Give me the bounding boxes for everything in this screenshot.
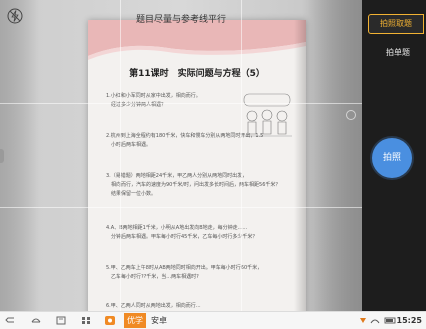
page-curl-shadow: [294, 20, 306, 311]
guide-line-horizontal: [0, 207, 362, 208]
status-icons: [360, 317, 396, 324]
edge-handle: [0, 149, 4, 163]
system-taskbar: 优学 安卓 15:25: [0, 311, 426, 329]
ime-switch-button[interactable]: 优学: [124, 313, 146, 328]
camera-viewfinder[interactable]: 第11课时 实际问题与方程（5） 1.小红和小军同时从家中出发，相向而行。 经过…: [0, 0, 362, 311]
problem-4: 4.A、B两地相距1千米，小明从A地出发向B地走，每分钟走...... 分钟后两…: [106, 225, 258, 240]
problem-3: 3.（易错题）两地相距24千米，甲乙两人分别从两地同时出发， 相向而行，汽车的速…: [106, 173, 281, 197]
viewfinder-shadow-left: [0, 0, 40, 311]
focus-indicator: [346, 110, 356, 120]
menu-icon[interactable]: [80, 315, 92, 326]
app-shortcut-icon[interactable]: [104, 315, 116, 326]
problem-6: 6.甲、乙两人同时从两地出发，相向而行...: [106, 303, 201, 309]
home-icon[interactable]: [30, 315, 42, 326]
viewfinder-shadow-right: [302, 0, 362, 311]
mode-button-single-question[interactable]: 拍单题: [370, 44, 426, 62]
recent-apps-icon[interactable]: [55, 315, 67, 326]
mode-button-capture-page[interactable]: 拍照取题: [368, 14, 424, 34]
flash-off-icon[interactable]: [7, 8, 23, 24]
guide-line-vertical: [241, 0, 242, 311]
problem-2: 2.杭州到上海全程约有180千米，快车和慢车分别从两地同时开出，1.5 小时后两…: [106, 133, 264, 148]
guide-line-horizontal: [0, 103, 362, 104]
problem-5: 5.甲、乙两车上午8时从AB两地同时相向开出。甲车每小时行60千米， 乙车每小时…: [106, 265, 263, 280]
back-icon[interactable]: [4, 315, 16, 326]
camera-control-panel: 拍照取题 拍单题 拍照: [362, 0, 426, 311]
alignment-hint: 题目尽量与参考线平行: [135, 15, 226, 25]
shutter-button[interactable]: 拍照: [372, 138, 412, 178]
clock: 15:25: [396, 316, 422, 325]
guide-line-vertical: [120, 0, 121, 311]
system-label[interactable]: 安卓: [151, 313, 167, 328]
